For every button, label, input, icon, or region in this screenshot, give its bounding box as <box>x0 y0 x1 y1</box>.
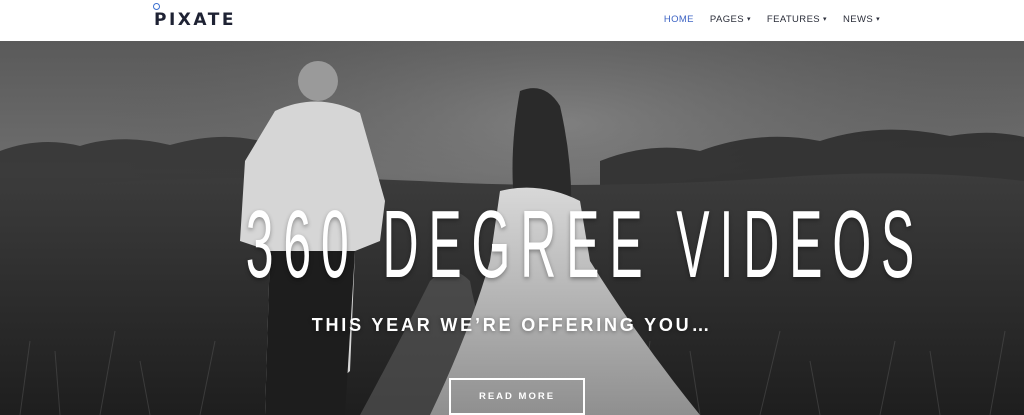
nav-pages-label: PAGES <box>709 13 744 25</box>
hero-title: 360 DEGREE VIDEOS <box>245 191 925 298</box>
logo-text: PIXATE <box>153 3 236 30</box>
hero-subtitle: THIS YEAR WE’RE OFFERING YOU… <box>311 315 713 335</box>
main-nav: HOME PAGES ▾ FEATURES ▾ NEWS ▾ <box>664 0 880 38</box>
logo-ring-icon <box>153 3 160 10</box>
nav-features[interactable]: FEATURES ▾ <box>767 14 827 25</box>
caret-down-icon: ▾ <box>746 16 751 23</box>
caret-down-icon: ▾ <box>876 16 880 23</box>
nav-home[interactable]: HOME <box>664 14 694 25</box>
logo[interactable]: PIXATE <box>153 3 236 32</box>
nav-news-label: NEWS <box>842 13 874 25</box>
nav-news[interactable]: NEWS ▾ <box>843 14 880 25</box>
hero-section: 360 DEGREE VIDEOS THIS YEAR WE’RE OFFERI… <box>0 41 1024 415</box>
caret-down-icon: ▾ <box>823 16 827 23</box>
nav-features-label: FEATURES <box>766 13 821 25</box>
read-more-button[interactable]: READ MORE <box>449 378 585 415</box>
site-header: PIXATE HOME PAGES ▾ FEATURES ▾ NEWS ▾ <box>0 0 1024 41</box>
nav-pages[interactable]: PAGES ▾ <box>710 14 751 25</box>
logo-label: PIXATE <box>154 10 236 30</box>
nav-home-label: HOME <box>663 13 694 25</box>
